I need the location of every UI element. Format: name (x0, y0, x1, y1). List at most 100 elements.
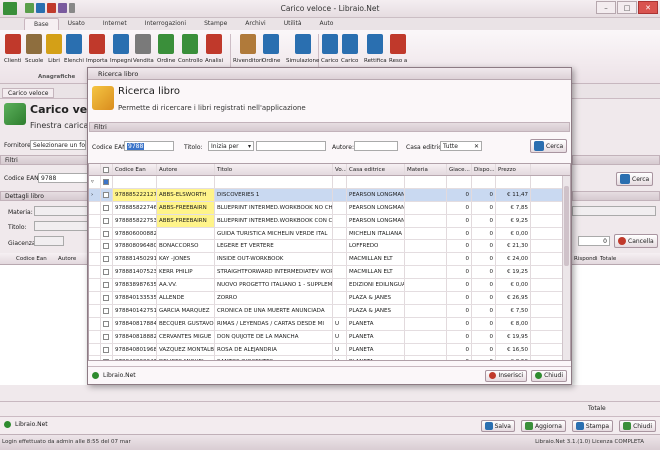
column-header[interactable]: Codice Ean (113, 164, 157, 175)
ribbon-button-9[interactable]: Analisi (205, 34, 223, 64)
ribbon-button-3[interactable]: Elenchi (64, 34, 84, 64)
table-row[interactable]: 9788080964801 BONACCORSO LEGERE ET VERTERE… (89, 240, 570, 254)
cell: 0 (447, 266, 472, 279)
minimize-button[interactable]: – (596, 1, 616, 14)
action-button-3[interactable]: Chiudi (619, 420, 656, 432)
table-row[interactable]: 9788060008822 GUIDA TURISTICA MICHELIN VE… (89, 227, 570, 241)
codice-ean-input[interactable]: 9788 (38, 173, 88, 183)
close-button[interactable]: ✕ (638, 1, 658, 14)
results-grid[interactable]: Codice Ean Autore Titolo Vo... Casa editrice… (88, 163, 571, 361)
table-row[interactable]: 9788814502912 KAY -JONES INSIDE OUT-WORKBO… (89, 253, 570, 267)
ribbon-tab-5[interactable]: Archivi (236, 18, 274, 30)
cell: LEGERE ET VERTERE (215, 240, 333, 253)
dialog-ean-input[interactable]: 9788 (124, 141, 174, 151)
table-row[interactable]: 9788814075237 KERR PHILIP STRAIGHTFORWARD … (89, 266, 570, 280)
ribbon-button-5[interactable]: Impegni (110, 34, 132, 64)
table-row[interactable]: 9788408178844 BECQUER GUSTAVO RIMAS / LEYE… (89, 317, 570, 331)
ribbon-button-12[interactable]: Simulazione (286, 34, 319, 64)
scrollbar-thumb[interactable] (564, 186, 569, 266)
titolo-input[interactable] (256, 141, 326, 151)
table-row[interactable]: › 9788852221275 ABBS-ELSWORTH DISCOVERIES 1… (89, 188, 570, 202)
table-row[interactable]: 9788389876355 AA.VV. NUOVO PROGETTO ITALIA… (89, 279, 570, 293)
ribbon-button-0[interactable]: Clienti (4, 34, 21, 64)
ribbon-tab-6[interactable]: Utilità (275, 18, 311, 30)
row-checkbox[interactable] (103, 230, 109, 237)
action-button-1[interactable]: Aggiorna (520, 420, 566, 432)
column-header[interactable]: Autore (157, 164, 215, 175)
grid-scrollbar[interactable] (562, 176, 570, 360)
ribbon-button-6[interactable]: Vendita (133, 34, 154, 64)
column-header[interactable]: Materia (405, 164, 447, 175)
column-header[interactable]: Giace... (447, 164, 472, 175)
ribbon-button-1[interactable]: Scuole (25, 34, 43, 64)
ribbon-tab-0[interactable]: Base (24, 18, 59, 30)
ribbon-group-label: Anagrafiche (38, 74, 76, 80)
action-button-0[interactable]: Salva (480, 420, 515, 432)
ribbon-button-11[interactable]: Ordine (262, 34, 280, 64)
ribbon-tab-1[interactable]: Usato (59, 18, 94, 30)
cancella-button[interactable]: Cancella (614, 234, 658, 248)
casa-editrice-select[interactable]: Tutte ✕ (440, 141, 482, 151)
column-header[interactable]: Vo... (333, 164, 347, 175)
select-all-checkbox[interactable] (103, 166, 109, 173)
cell: MICHELIN ITALIANA (347, 227, 405, 240)
chiudi-button[interactable]: Chiudi (531, 369, 567, 382)
table-row[interactable]: 9788401335356 ALLENDE ZORRO PLAZA & JANES 0 0… (89, 292, 570, 305)
ribbon-button-4[interactable]: Importa (86, 34, 108, 64)
cell: VAZQUEZ MONTALB (157, 343, 215, 356)
autore-input[interactable] (354, 141, 398, 151)
document-tab[interactable]: Carico veloce (2, 88, 55, 98)
table-row[interactable]: 9788408188827 CERVANTES MIGUE DON QUIJOTE … (89, 330, 570, 344)
materia-input (34, 206, 88, 216)
row-checkbox[interactable] (103, 256, 109, 263)
row-checkbox[interactable] (103, 282, 109, 289)
ribbon-tab-3[interactable]: Interrogazioni (136, 18, 195, 30)
row-checkbox[interactable] (103, 269, 109, 276)
maximize-button[interactable]: □ (617, 1, 637, 14)
ribbon-button-13[interactable]: Carico (321, 34, 338, 64)
ribbon-button-8[interactable]: Controllo (178, 34, 203, 64)
bg-grid-body (0, 265, 88, 385)
row-checkbox[interactable] (103, 359, 109, 360)
inserisci-button[interactable]: Inserisci (485, 369, 528, 382)
ribbon-tab-7[interactable]: Auto (311, 18, 343, 30)
row-checkbox[interactable] (103, 217, 109, 224)
ribbon-button-15[interactable]: Rettifica (364, 34, 387, 64)
filter-checkbox[interactable] (103, 178, 109, 185)
table-row[interactable]: 9788408020479DELIBES MIGUELSANTOS INOCEN… (89, 356, 570, 360)
action-button-2[interactable]: Stampa (571, 420, 614, 432)
cerca-button-bg[interactable]: Cerca (616, 172, 654, 186)
filter-row[interactable]: ▿ (89, 176, 570, 189)
row-checkbox[interactable] (103, 333, 109, 340)
cell: 0 (447, 317, 472, 330)
cell: 0 (447, 201, 472, 214)
qty-spinner[interactable]: 0 (578, 236, 610, 246)
table-row[interactable]: 9788858227532 ABBS-FREEBAIRN BLUEPRINT INT… (89, 214, 570, 228)
column-header[interactable]: Casa editrice (347, 164, 405, 175)
row-checkbox[interactable] (103, 294, 109, 301)
table-row[interactable]: 9788401427510 GARCIA MARQUEZ CRONICA DE UN… (89, 304, 570, 318)
row-checkbox[interactable] (103, 307, 109, 314)
column-header[interactable]: Titolo (215, 164, 333, 175)
row-checkbox[interactable] (103, 346, 109, 353)
row-checkbox[interactable] (103, 191, 109, 198)
dialog-cerca-button[interactable]: Cerca (530, 139, 568, 153)
ribbon-button-14[interactable]: Carico (341, 34, 358, 64)
ribbon-button-7[interactable]: Ordine (157, 34, 175, 64)
ribbon-button-2[interactable]: Libri (46, 34, 62, 64)
titolo-mode-select[interactable]: Inizia per ▾ (208, 141, 254, 151)
ribbon-button-10[interactable]: Rivenditori (233, 34, 263, 64)
cell: 0 (447, 227, 472, 240)
row-checkbox[interactable] (103, 243, 109, 250)
table-row[interactable]: 9788858227465 ABBS-FREEBAIRN BLUEPRINT INT… (89, 201, 570, 215)
row-checkbox[interactable] (103, 204, 109, 211)
table-row[interactable]: 9788408019688 VAZQUEZ MONTALB ROSA DE ALEJ… (89, 343, 570, 357)
fornitore-select[interactable]: Selezionare un fornitor (30, 140, 86, 150)
ribbon-button-16[interactable]: Reso a (389, 34, 407, 64)
column-header[interactable]: Prezzo (496, 164, 531, 175)
ribbon-tab-4[interactable]: Stampe (195, 18, 236, 30)
ribbon-tab-2[interactable]: Internet (94, 18, 136, 30)
row-checkbox[interactable] (103, 320, 109, 327)
column-header[interactable]: Dispo... (472, 164, 496, 175)
clear-icon[interactable]: ✕ (474, 143, 479, 150)
